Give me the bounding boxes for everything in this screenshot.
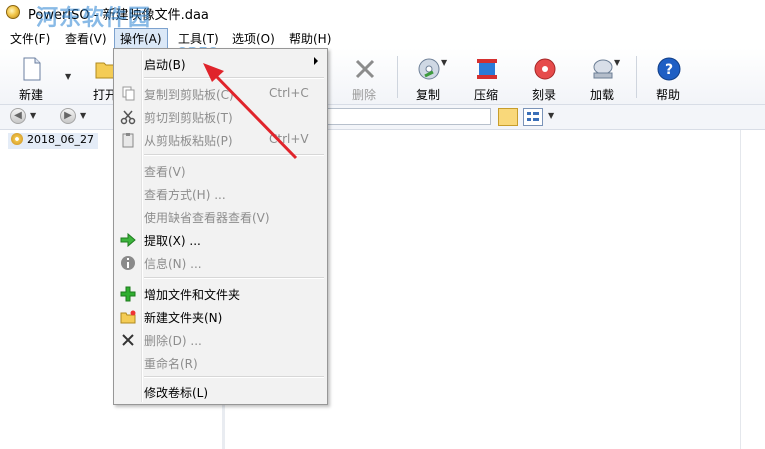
forward-dropdown-icon[interactable]: ▼ (80, 111, 86, 120)
folder-view-icon[interactable] (498, 108, 518, 126)
burn-disc-icon (534, 58, 556, 80)
menu-item-label: 增加文件和文件夹 (144, 288, 241, 302)
menu-item-label: 复制到剪贴板(C) (144, 88, 234, 102)
svg-text:?: ? (665, 62, 673, 78)
menu-item-rename[interactable]: 重命名(R) (116, 352, 325, 373)
menu-item-new-folder[interactable]: 新建文件夹(N) (116, 306, 325, 327)
mount-drive-icon (593, 59, 613, 79)
copy-dropdown-icon[interactable]: ▼ (441, 58, 447, 67)
copy-disc-icon (418, 58, 440, 80)
menu-item-label: 修改卷标(L) (144, 386, 209, 400)
new-button[interactable]: 新建 (6, 52, 56, 102)
menu-item-label: 新建文件夹(N) (144, 311, 223, 325)
menu-item-label: 查看方式(H) ... (144, 188, 226, 202)
menu-item-shortcut: Ctrl+V (269, 132, 309, 146)
menu-item-label: 重命名(R) (144, 357, 198, 371)
view-mode-dropdown-icon[interactable]: ▼ (548, 111, 554, 120)
menu-separator (144, 77, 324, 79)
toolbar-separator (636, 56, 637, 98)
menu-item-label: 查看(V) (144, 165, 186, 179)
delete-x-icon (122, 334, 134, 346)
poweriso-app-icon (6, 5, 20, 19)
delete-button[interactable]: 删除 (339, 52, 389, 102)
delete-x-icon (355, 59, 375, 79)
burn-button[interactable]: 刻录 (519, 52, 569, 102)
view-mode-icon[interactable] (523, 108, 543, 126)
delete-label: 删除 (351, 88, 376, 102)
menu-item-label: 剪切到剪贴板(T) (144, 111, 233, 125)
list-divider (740, 130, 741, 449)
menu-file[interactable]: 文件(F) (8, 30, 52, 47)
menu-item-view-default[interactable]: 使用缺省查看器查看(V) (116, 206, 325, 227)
menu-item-label: 使用缺省查看器查看(V) (144, 211, 270, 225)
toolbar-separator (397, 56, 398, 98)
menu-item-change-volume-label[interactable]: 修改卷标(L) (116, 381, 325, 402)
new-folder-icon (120, 310, 136, 324)
back-dropdown-icon[interactable]: ▼ (30, 111, 36, 120)
menu-item-label: 信息(N) ... (144, 257, 202, 271)
copy-label: 复制 (415, 88, 440, 102)
help-label: 帮助 (655, 88, 680, 102)
menu-item-view[interactable]: 查看(V) (116, 160, 325, 181)
menu-item-view-with[interactable]: 查看方式(H) ... (116, 183, 325, 204)
menu-item-label: 启动(B) (144, 58, 186, 72)
tree-item-label: 2018_06_27 (27, 133, 94, 146)
menu-item-launch[interactable]: 启动(B) (116, 53, 325, 74)
new-dropdown-icon[interactable]: ▼ (65, 72, 71, 81)
watermark-logo: 河东软件园 (36, 5, 152, 31)
forward-arrow-icon[interactable]: ▶ (60, 108, 76, 124)
menu-item-delete[interactable]: 删除(D) ... (116, 329, 325, 350)
add-plus-icon (120, 286, 136, 302)
help-question-icon: ? (657, 57, 681, 81)
compress-button[interactable]: 压缩 (461, 52, 511, 102)
menu-view[interactable]: 查看(V) (63, 30, 109, 47)
new-document-icon (23, 57, 41, 81)
extract-arrow-icon (120, 232, 136, 248)
menu-item-paste-from-clipboard[interactable]: 从剪贴板粘贴(P) Ctrl+V (116, 129, 325, 150)
info-icon (121, 256, 135, 270)
tree-item-root[interactable]: 2018_06_27 (8, 133, 98, 149)
menu-item-shortcut: Ctrl+C (269, 86, 309, 100)
submenu-arrow-icon (314, 57, 318, 65)
scissors-icon (120, 110, 136, 125)
mount-dropdown-icon[interactable]: ▼ (614, 58, 620, 67)
menu-item-extract[interactable]: 提取(X) ... (116, 229, 325, 250)
menu-item-info[interactable]: 信息(N) ... (116, 252, 325, 273)
menu-item-label: 从剪贴板粘贴(P) (144, 134, 233, 148)
menu-item-add-files-folders[interactable]: 增加文件和文件夹 (116, 283, 325, 304)
path-input[interactable] (326, 108, 491, 125)
mount-label: 加载 (589, 88, 614, 102)
menu-item-label: 提取(X) ... (144, 234, 201, 248)
menu-separator (144, 154, 324, 156)
menu-separator (144, 376, 324, 378)
compress-label: 压缩 (473, 88, 498, 102)
menu-separator (144, 277, 324, 279)
menu-item-copy-to-clipboard[interactable]: 复制到剪贴板(C) Ctrl+C (116, 83, 325, 104)
disc-image-icon (11, 133, 23, 145)
menu-item-label: 删除(D) ... (144, 334, 202, 348)
menu-help[interactable]: 帮助(H) (287, 30, 333, 47)
action-menu: 启动(B) 复制到剪贴板(C) Ctrl+C 剪切到剪贴板(T) 从剪贴板粘贴(… (113, 48, 328, 405)
new-label: 新建 (18, 88, 43, 102)
back-arrow-icon[interactable]: ◀ (10, 108, 26, 124)
paste-icon (122, 133, 134, 148)
burn-label: 刻录 (531, 88, 556, 102)
copy-icon (122, 86, 135, 101)
menu-item-cut-to-clipboard[interactable]: 剪切到剪贴板(T) (116, 106, 325, 127)
help-button[interactable]: ? 帮助 (643, 52, 693, 102)
compress-icon (477, 59, 497, 79)
